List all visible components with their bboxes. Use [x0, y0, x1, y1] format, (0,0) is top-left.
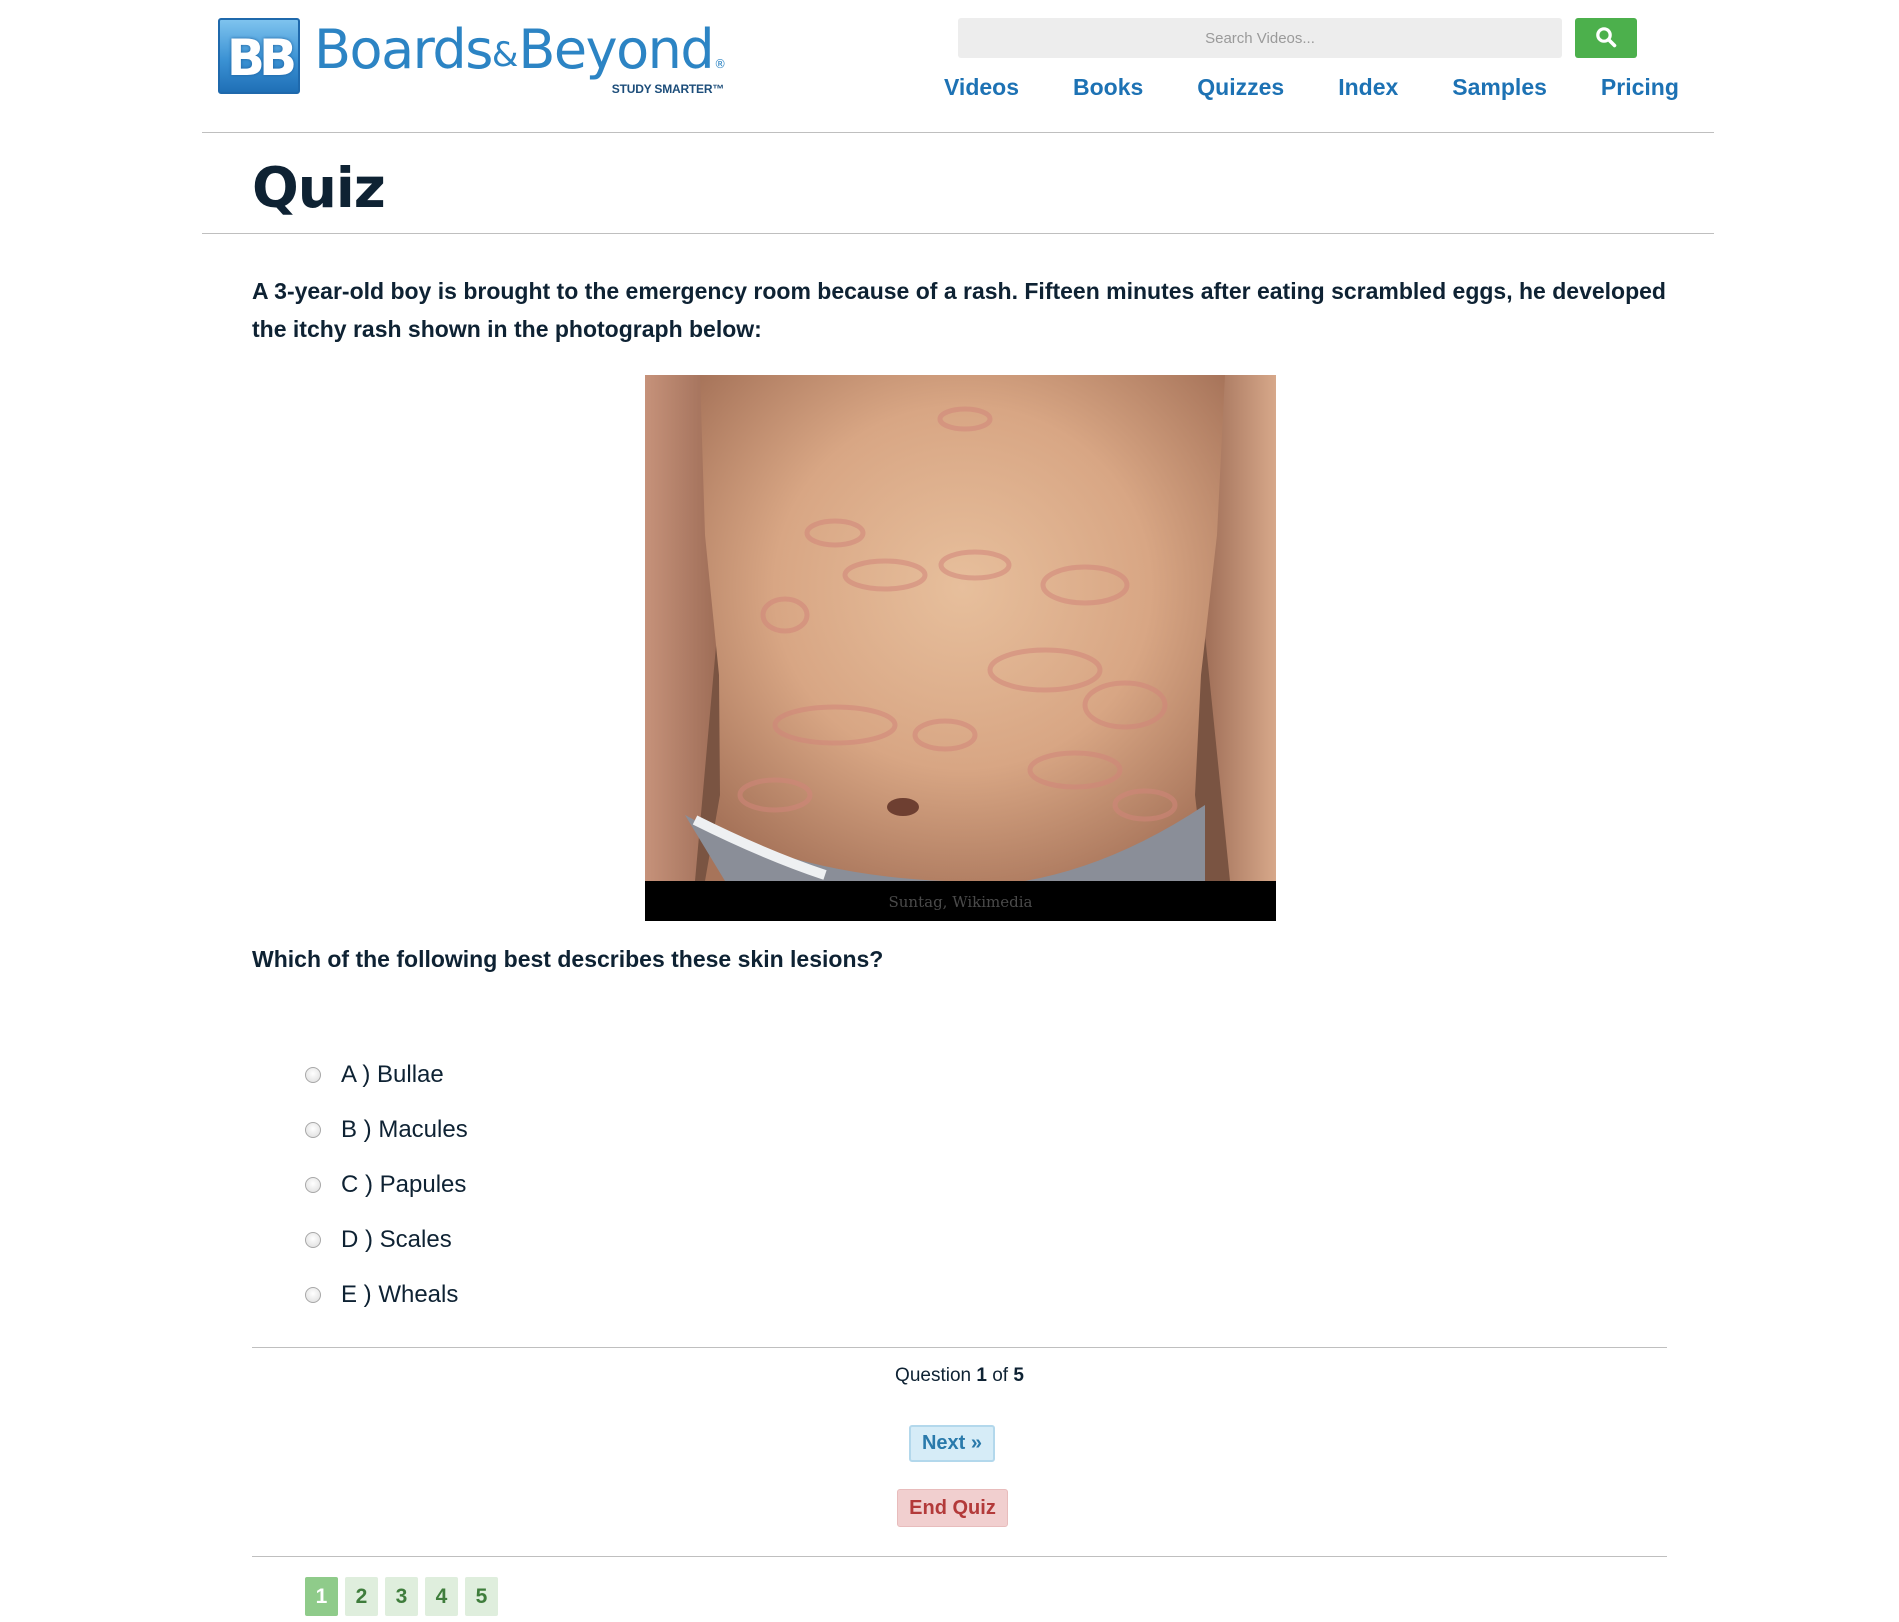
- logo-brand-second: Beyond: [518, 18, 714, 81]
- clinical-photo-image: [645, 375, 1276, 921]
- nav-books[interactable]: Books: [1073, 74, 1143, 101]
- logo-wordmark: Boards&Beyond® STUDY SMARTER™: [314, 18, 726, 96]
- nav-pricing[interactable]: Pricing: [1601, 74, 1679, 101]
- photo-credit: Suntag, Wikimedia: [888, 893, 1033, 911]
- page: BB Boards&Beyond® STUDY SMARTER™ Videos …: [0, 0, 1899, 1622]
- answer-option-label: C ) Papules: [341, 1170, 467, 1198]
- divider: [252, 1347, 1667, 1348]
- title-bar: Quiz: [202, 132, 1714, 234]
- progress-current: 1: [976, 1365, 987, 1386]
- pager-item-2[interactable]: 2: [345, 1577, 378, 1616]
- progress-total: 5: [1013, 1365, 1024, 1386]
- answer-option-label: B ) Macules: [341, 1115, 468, 1143]
- nav-index[interactable]: Index: [1338, 74, 1398, 101]
- radio-button[interactable]: [305, 1176, 321, 1193]
- answer-option-a[interactable]: A ) Bullae: [305, 1047, 468, 1102]
- radio-button[interactable]: [305, 1231, 321, 1248]
- answer-option-label: D ) Scales: [341, 1225, 452, 1253]
- search-button[interactable]: [1575, 18, 1637, 58]
- logo-brand-amp: &: [491, 35, 519, 75]
- answer-option-b[interactable]: B ) Macules: [305, 1102, 468, 1157]
- search-input[interactable]: [958, 18, 1562, 58]
- pager-item-3[interactable]: 3: [385, 1577, 418, 1616]
- radio-button[interactable]: [305, 1286, 321, 1303]
- progress-of: of: [992, 1365, 1009, 1386]
- answer-options: A ) Bullae B ) Macules C ) Papules D ) S…: [305, 1047, 468, 1322]
- pager-item-1[interactable]: 1: [305, 1577, 338, 1616]
- divider: [252, 1556, 1667, 1557]
- end-quiz-button[interactable]: End Quiz: [897, 1489, 1008, 1527]
- pager-item-5[interactable]: 5: [465, 1577, 498, 1616]
- site-logo[interactable]: BB Boards&Beyond® STUDY SMARTER™: [218, 18, 726, 96]
- radio-button[interactable]: [305, 1121, 321, 1138]
- radio-button[interactable]: [305, 1066, 321, 1083]
- site-header: BB Boards&Beyond® STUDY SMARTER™ Videos …: [202, 0, 1714, 133]
- answer-option-d[interactable]: D ) Scales: [305, 1212, 468, 1267]
- nav-videos[interactable]: Videos: [944, 74, 1019, 101]
- answer-option-label: A ) Bullae: [341, 1060, 444, 1088]
- pager-item-4[interactable]: 4: [425, 1577, 458, 1616]
- logo-brand-first: Boards: [314, 18, 493, 81]
- answer-option-c[interactable]: C ) Papules: [305, 1157, 468, 1212]
- search-icon: [1595, 26, 1617, 51]
- next-button[interactable]: Next »: [909, 1425, 995, 1462]
- answer-option-e[interactable]: E ) Wheals: [305, 1267, 468, 1322]
- logo-registered-mark: ®: [714, 57, 727, 71]
- question-pager: 1 2 3 4 5: [305, 1577, 505, 1616]
- clinical-photo: Suntag, Wikimedia: [645, 375, 1276, 921]
- nav-quizzes[interactable]: Quizzes: [1197, 74, 1284, 101]
- logo-tagline: STUDY SMARTER™: [611, 82, 725, 96]
- question-prompt: Which of the following best describes th…: [252, 946, 884, 972]
- main-nav: Videos Books Quizzes Index Samples Prici…: [944, 74, 1679, 101]
- page-title: Quiz: [252, 156, 386, 220]
- answer-option-label: E ) Wheals: [341, 1280, 459, 1308]
- logo-badge: BB: [218, 18, 300, 94]
- question-progress: Question 1 of 5: [252, 1365, 1667, 1387]
- question-stem: A 3-year-old boy is brought to the emerg…: [252, 278, 1666, 342]
- nav-samples[interactable]: Samples: [1452, 74, 1547, 101]
- progress-prefix: Question: [895, 1365, 972, 1386]
